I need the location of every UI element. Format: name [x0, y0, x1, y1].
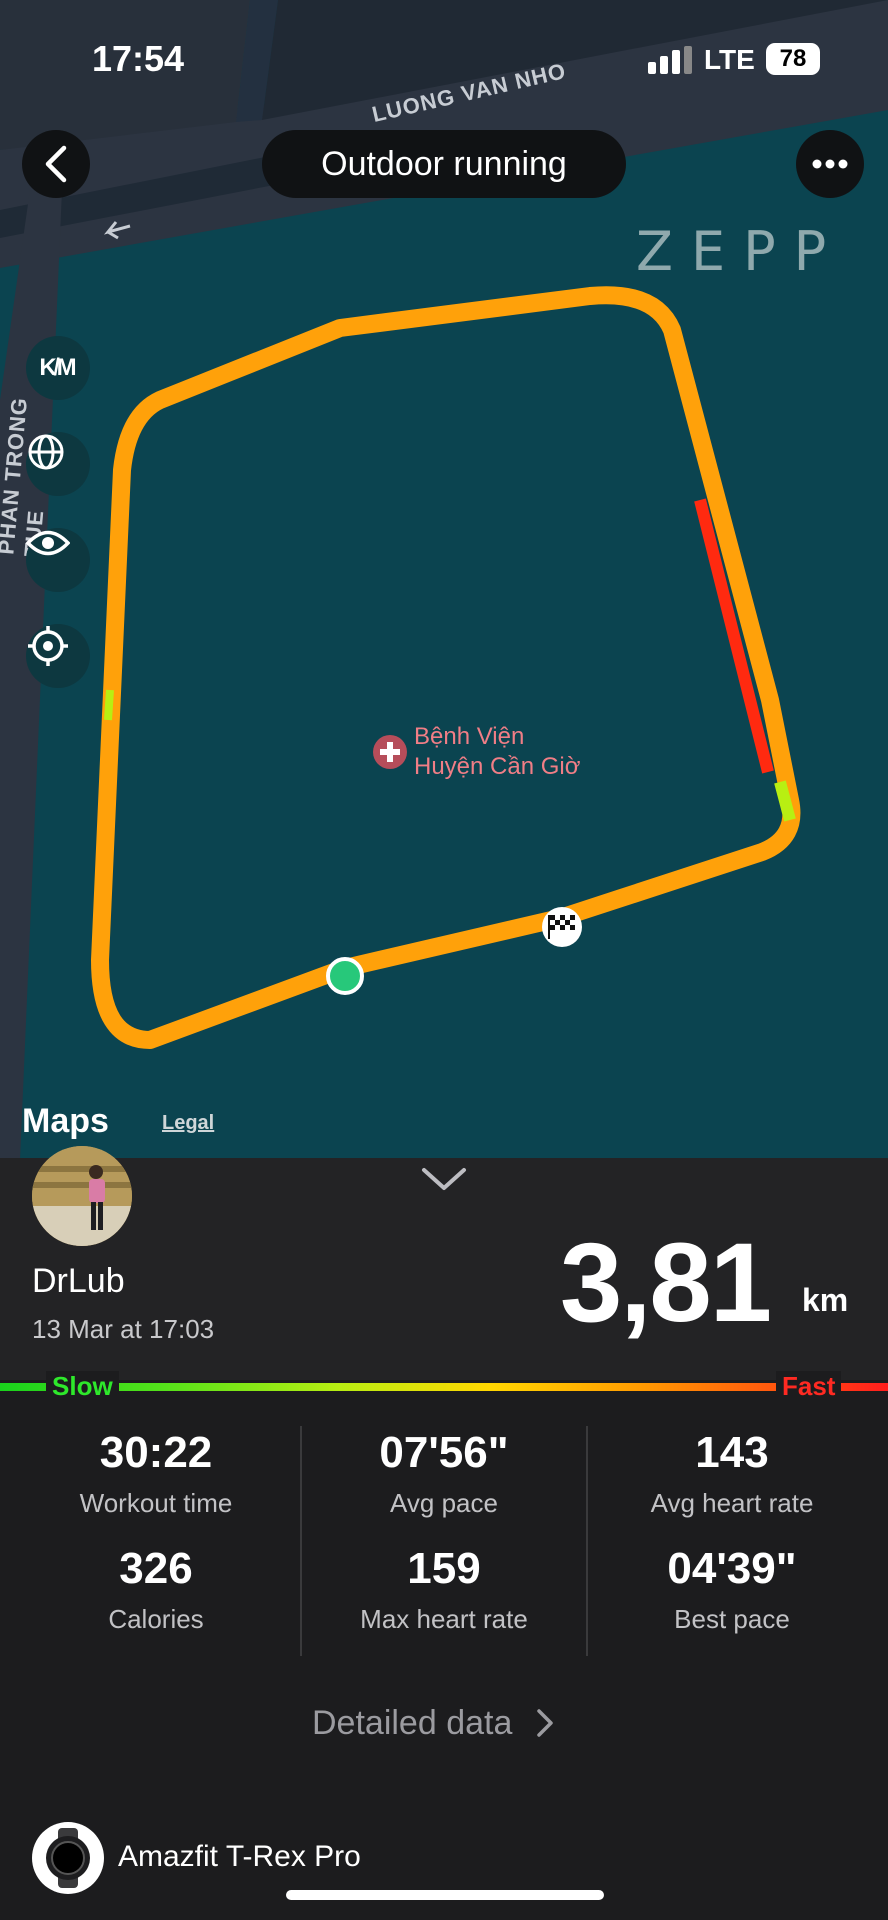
page-title: Outdoor running — [262, 130, 626, 198]
more-options-button[interactable] — [796, 130, 864, 198]
network-type: LTE — [704, 44, 755, 75]
pace-slow-label: Slow — [46, 1371, 119, 1402]
stat-max-heart-rate: 159 Max heart rate — [360, 1544, 528, 1634]
visibility-button[interactable] — [26, 528, 90, 592]
workout-date: 13 Mar at 17:03 — [32, 1314, 215, 1344]
km-toggle-button[interactable]: K̸M — [26, 336, 90, 400]
more-dots-icon — [812, 159, 848, 169]
km-toggle-icon: K̸M — [39, 354, 77, 381]
watch-icon — [32, 1822, 104, 1894]
collapse-chevron-icon[interactable] — [420, 1166, 468, 1192]
distance-value: 3,81 — [560, 1220, 772, 1345]
pace-fast-label: Fast — [776, 1371, 842, 1402]
battery-indicator: 78 — [766, 43, 820, 75]
legal-link[interactable]: Legal — [162, 1112, 214, 1135]
status-bar: 17:54 LTE 78 — [0, 0, 888, 110]
avatar[interactable] — [32, 1146, 132, 1246]
home-indicator[interactable] — [286, 1890, 604, 1900]
user-photo — [32, 1146, 132, 1246]
route-slow-segment-2 — [104, 689, 114, 721]
stat-best-pace: 04'39" Best pace — [667, 1544, 797, 1634]
stat-workout-time: 30:22 Workout time — [79, 1428, 233, 1518]
route-path — [91, 286, 801, 1049]
back-button[interactable] — [22, 130, 90, 198]
detailed-data-link[interactable]: Detailed data — [312, 1704, 554, 1743]
username: DrLub — [32, 1262, 125, 1300]
map-style-button[interactable] — [26, 432, 90, 496]
zepp-logo: ZEPP — [636, 220, 845, 283]
eye-icon — [26, 530, 70, 556]
distance-unit: km — [802, 1282, 849, 1318]
pace-color-scale — [0, 1383, 888, 1391]
device-name[interactable]: Amazfit T-Rex Pro — [118, 1840, 361, 1874]
apple-maps-logo: Maps — [22, 1102, 109, 1140]
stat-avg-heart-rate: 143 Avg heart rate — [650, 1428, 814, 1518]
stats-divider — [586, 1426, 588, 1656]
start-point-icon — [326, 957, 364, 995]
locate-icon — [28, 626, 68, 666]
stat-avg-pace: 07'56" Avg pace — [379, 1428, 509, 1518]
stat-calories: 326 Calories — [108, 1544, 204, 1634]
locate-button[interactable] — [26, 624, 90, 688]
chevron-left-icon — [45, 145, 67, 183]
cellular-signal-icon — [648, 46, 692, 74]
poi-label[interactable]: Bệnh Viện Huyện Cần Giờ — [414, 722, 580, 782]
globe-icon — [28, 434, 64, 470]
stats-divider — [300, 1426, 302, 1656]
status-time: 17:54 — [92, 38, 185, 79]
chevron-right-icon — [537, 1709, 553, 1737]
